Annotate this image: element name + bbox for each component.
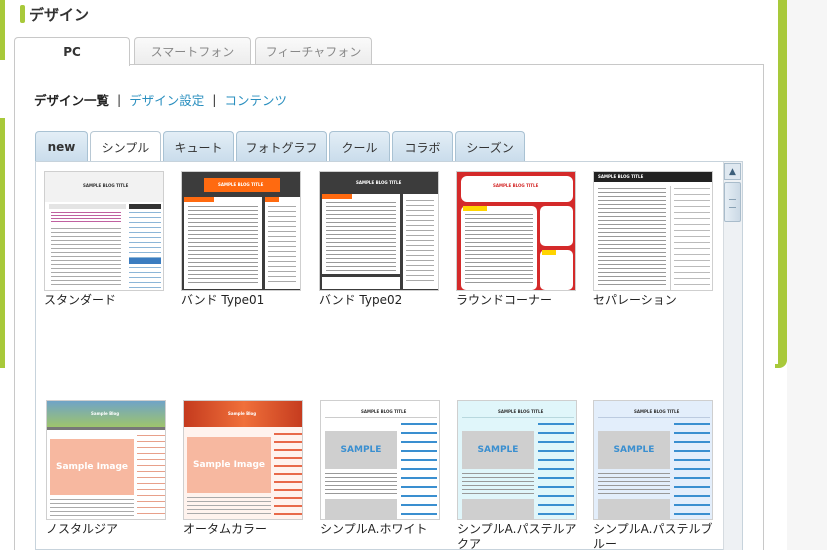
tab-new[interactable]: new — [35, 131, 88, 162]
design-thumbnail[interactable]: SAMPLE BLOG TITLE — [456, 171, 576, 291]
scrollbar-thumb[interactable] — [724, 182, 741, 222]
thumb-title: Sample Blog — [228, 411, 257, 416]
tab-cute[interactable]: キュート — [163, 131, 234, 162]
design-thumbnail[interactable]: SAMPLE BLOG TITLE — [181, 171, 301, 291]
thumb-title: SAMPLE BLOG TITLE — [498, 409, 544, 414]
design-name: オータムカラー — [183, 522, 268, 536]
sample-image: Sample Image — [187, 437, 271, 493]
right-accent-inner — [772, 0, 778, 364]
tab-collab[interactable]: コラボ — [392, 131, 453, 162]
design-name: シンプルA.パステルブルー — [593, 522, 713, 550]
design-item-band-type02[interactable]: SAMPLE BLOG TITLE バンド Type02 — [319, 171, 441, 308]
design-item-nostalgia[interactable]: Sample Blog Sample Image ノスタルジア — [46, 400, 168, 537]
subnav-current: デザイン一覧 — [34, 93, 110, 108]
design-name: スタンダード — [44, 293, 117, 307]
thumb-title: SAMPLE BLOG TITLE — [598, 174, 644, 179]
scroll-up-arrow-icon[interactable]: ▲ — [724, 163, 741, 180]
design-name: シンプルA.パステルアクア — [457, 522, 577, 550]
device-tabs: PC スマートフォン フィーチャフォン — [14, 37, 376, 66]
design-thumbnail[interactable]: SAMPLE BLOG TITLE SAMPLE — [593, 400, 713, 520]
design-item-simple-a-white[interactable]: SAMPLE BLOG TITLE SAMPLE シンプルA.ホワイト — [320, 400, 442, 537]
thumb-title: SAMPLE BLOG TITLE — [361, 409, 407, 414]
thumb-title: SAMPLE BLOG TITLE — [634, 409, 680, 414]
tab-smartphone[interactable]: スマートフォン — [134, 37, 251, 65]
design-thumbnail[interactable]: SAMPLE BLOG TITLE SAMPLE — [457, 400, 577, 520]
design-thumbnail[interactable]: SAMPLE BLOG TITLE — [44, 171, 164, 291]
design-thumbnail[interactable]: SAMPLE BLOG TITLE — [319, 171, 439, 291]
design-thumbnail[interactable]: SAMPLE BLOG TITLE SAMPLE — [320, 400, 440, 520]
design-name: シンプルA.ホワイト — [320, 522, 428, 536]
sample-image: SAMPLE — [325, 431, 397, 469]
design-name: ノスタルジア — [46, 522, 119, 536]
subnav-link-design-settings[interactable]: デザイン設定 — [129, 90, 204, 109]
design-item-standard[interactable]: SAMPLE BLOG TITLE スタンダード — [44, 171, 166, 308]
thumb-title: Sample Blog — [91, 411, 120, 416]
design-item-separation[interactable]: SAMPLE BLOG TITLE セパレーション — [593, 171, 715, 308]
design-name: セパレーション — [593, 293, 677, 307]
design-item-simple-a-pastel-blue[interactable]: SAMPLE BLOG TITLE SAMPLE シンプルA.パステルブルー — [593, 400, 715, 550]
design-name: バンド Type01 — [181, 293, 265, 307]
thumb-title: SAMPLE BLOG TITLE — [218, 182, 264, 187]
design-thumbnail[interactable]: Sample Blog Sample Image — [183, 400, 303, 520]
tab-photograph[interactable]: フォトグラフ — [236, 131, 327, 162]
subnav-separator: | — [212, 92, 217, 107]
design-item-simple-a-pastel-aqua[interactable]: SAMPLE BLOG TITLE SAMPLE シンプルA.パステルアクア — [457, 400, 579, 550]
tab-simple[interactable]: シンプル — [90, 131, 161, 162]
tab-pc[interactable]: PC — [14, 37, 130, 66]
heading-marker — [20, 5, 25, 23]
tab-featurephone[interactable]: フィーチャフォン — [255, 37, 372, 65]
sample-image: SAMPLE — [462, 431, 534, 469]
subnav-separator: | — [117, 92, 122, 107]
thumb-title: SAMPLE BLOG TITLE — [356, 180, 402, 185]
design-thumbnail[interactable]: SAMPLE BLOG TITLE — [593, 171, 713, 291]
design-subnav: デザイン一覧 | デザイン設定 | コンテンツ — [34, 90, 287, 109]
sample-image: SAMPLE — [598, 431, 670, 469]
section-heading: デザイン — [20, 4, 89, 24]
thumb-title: SAMPLE BLOG TITLE — [493, 183, 539, 188]
section-title: デザイン — [29, 5, 90, 24]
left-accent-bar — [0, 0, 5, 550]
design-name: ラウンドコーナー — [456, 293, 553, 307]
design-item-autumn-color[interactable]: Sample Blog Sample Image オータムカラー — [183, 400, 305, 537]
design-item-round-corner[interactable]: SAMPLE BLOG TITLE ラウンドコーナー — [456, 171, 578, 308]
subnav-link-contents[interactable]: コンテンツ — [224, 90, 287, 109]
design-thumbnail[interactable]: Sample Blog Sample Image — [46, 400, 166, 520]
design-name: バンド Type02 — [319, 293, 403, 307]
design-item-band-type01[interactable]: SAMPLE BLOG TITLE バンド Type01 — [181, 171, 303, 308]
tab-cool[interactable]: クール — [329, 131, 390, 162]
category-tabs: new シンプル キュート フォトグラフ クール コラボ シーズン — [35, 131, 527, 162]
thumb-title: SAMPLE BLOG TITLE — [83, 183, 129, 188]
right-background — [787, 0, 827, 550]
tab-season[interactable]: シーズン — [455, 131, 525, 162]
sample-image: Sample Image — [50, 439, 134, 495]
